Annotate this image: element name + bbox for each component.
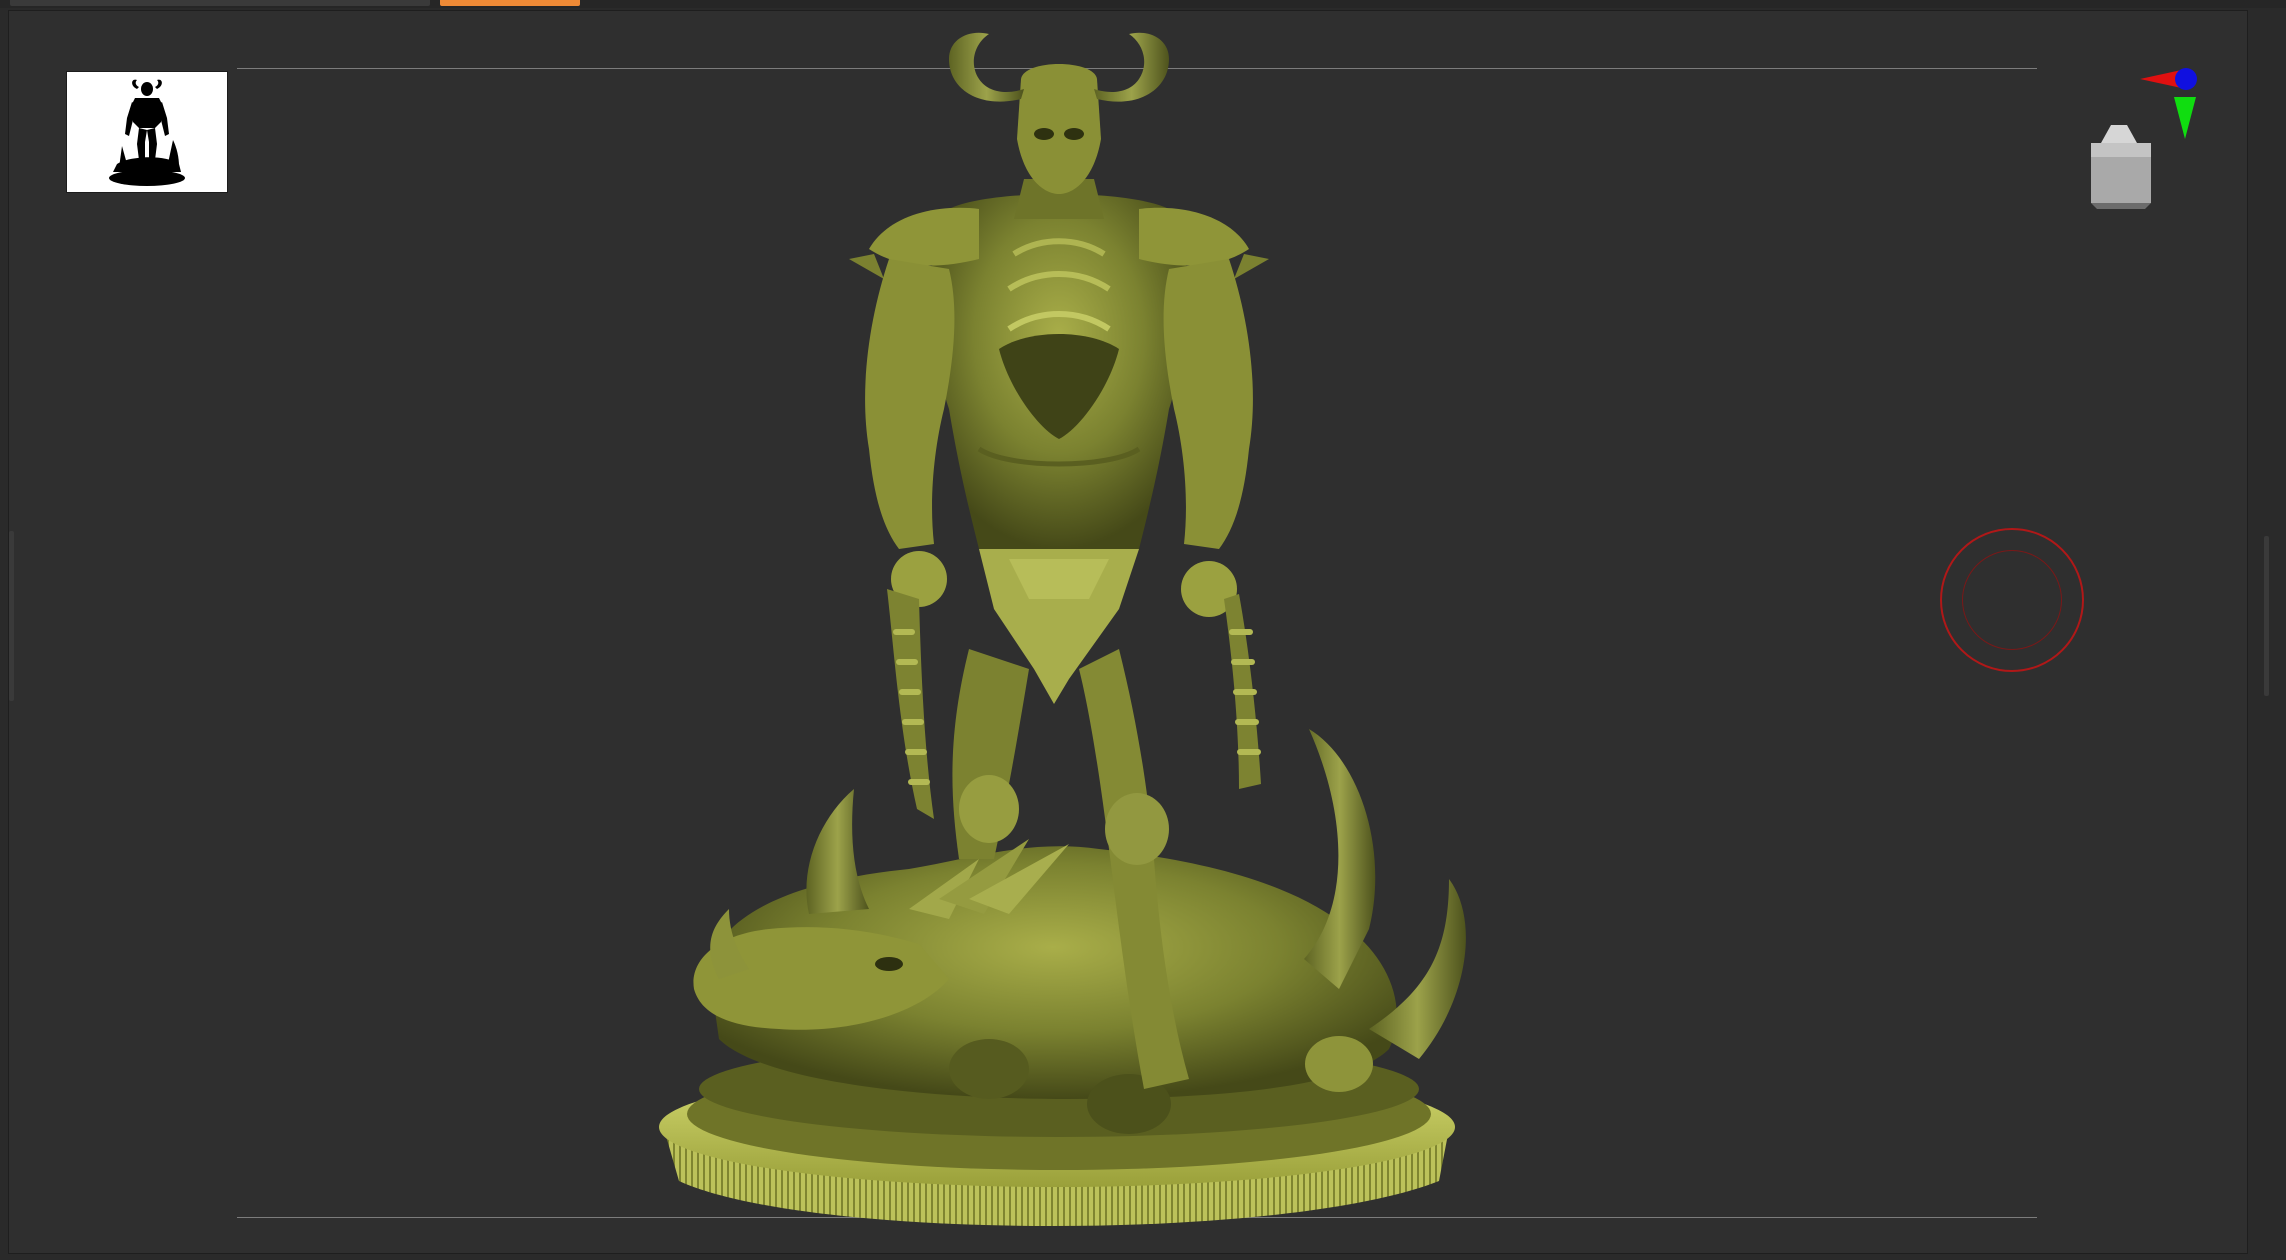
brush-cursor-inner xyxy=(1962,550,2062,650)
z-axis-ball-icon xyxy=(2175,68,2197,90)
silhouette-thumbnail[interactable] xyxy=(66,71,228,193)
tab-inactive[interactable] xyxy=(10,0,430,6)
silhouette-figure-icon xyxy=(109,79,185,186)
right-tray-handle[interactable] xyxy=(2264,536,2269,696)
brush-cursor xyxy=(1940,528,2084,672)
tab-active[interactable] xyxy=(440,0,580,6)
y-axis-arrow-icon xyxy=(2174,97,2196,139)
document-canvas[interactable] xyxy=(8,10,2269,1255)
sculpt-model[interactable] xyxy=(649,29,1509,1255)
left-tray-handle[interactable] xyxy=(9,531,14,701)
view-cube-icon[interactable] xyxy=(2081,119,2157,211)
top-tab-strip xyxy=(0,0,2286,8)
zbrush-window xyxy=(0,0,2286,1260)
